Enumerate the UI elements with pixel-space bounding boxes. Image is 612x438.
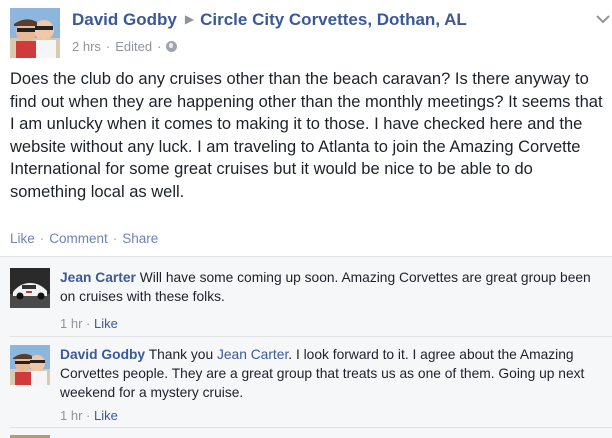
commenter-avatar[interactable] bbox=[10, 268, 50, 308]
mention-link[interactable]: Jean Carter bbox=[217, 347, 288, 362]
comment-button[interactable]: Comment bbox=[49, 231, 108, 246]
triangle-right-icon: ▶ bbox=[184, 12, 195, 26]
commenter-avatar[interactable] bbox=[10, 345, 50, 385]
comment-text: Jean Carter Will have some coming up soo… bbox=[60, 268, 600, 306]
comments-section: Jean Carter Will have some coming up soo… bbox=[0, 256, 612, 438]
globe-icon[interactable] bbox=[166, 41, 178, 52]
post-time[interactable]: 2 hrs bbox=[72, 39, 101, 54]
commenter-name[interactable]: Jean Carter bbox=[60, 270, 136, 285]
comment-body: Will have some coming up soon. Amazing C… bbox=[60, 270, 591, 304]
post-text: Does the club do any cruises other than … bbox=[10, 70, 603, 201]
comment-body-start: Thank you bbox=[148, 347, 217, 362]
share-button[interactable]: Share bbox=[122, 231, 158, 246]
group-name[interactable]: Circle City Corvettes, Dothan, AL bbox=[200, 10, 467, 29]
author-name[interactable]: David Godby bbox=[72, 10, 177, 29]
post-meta: 2 hrs · Edited · bbox=[72, 39, 178, 54]
author-line: David Godby ▶ Circle City Corvettes, Dotha… bbox=[72, 10, 467, 30]
comment-like-button[interactable]: Like bbox=[94, 316, 118, 331]
comment-item: David Godby Thank you Jean Carter. I loo… bbox=[10, 345, 610, 425]
comment-time[interactable]: 1 hr bbox=[60, 316, 82, 331]
post-header: David Godby ▶ Circle City Corvettes, Dotha… bbox=[10, 8, 610, 58]
comment-text: David Godby Thank you Jean Carter. I loo… bbox=[60, 345, 600, 402]
comment-meta: 1 hr · Like bbox=[60, 408, 118, 423]
comment-time[interactable]: 1 hr bbox=[60, 408, 82, 423]
commenter-name[interactable]: David Godby bbox=[60, 347, 145, 362]
comment-meta: 1 hr · Like bbox=[60, 316, 118, 331]
edited-label[interactable]: Edited bbox=[115, 39, 152, 54]
like-button[interactable]: Like bbox=[10, 231, 35, 246]
post-actions: Like · Comment · Share bbox=[10, 231, 159, 246]
comment-divider bbox=[10, 336, 612, 337]
author-avatar[interactable] bbox=[10, 8, 60, 58]
comment-like-button[interactable]: Like bbox=[94, 408, 118, 423]
comment-divider bbox=[10, 427, 612, 428]
chevron-down-icon[interactable] bbox=[596, 14, 610, 24]
comment-item: Jean Carter Will have some coming up soo… bbox=[10, 268, 610, 338]
